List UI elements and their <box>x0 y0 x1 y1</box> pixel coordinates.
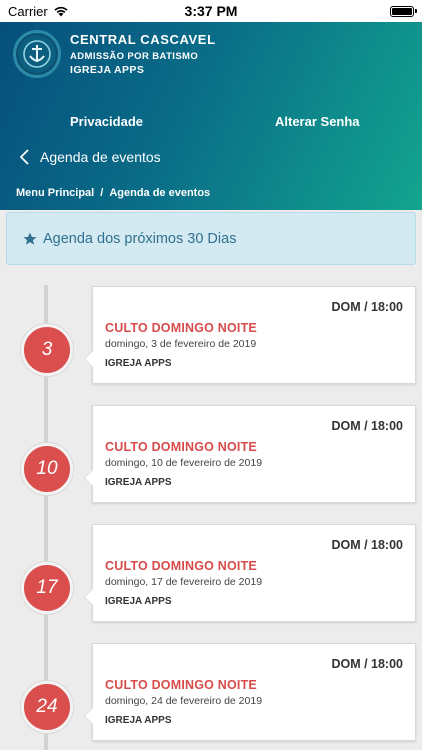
status-left: Carrier <box>8 4 69 19</box>
app-name: IGREJA APPS <box>70 64 145 76</box>
event-place: IGREJA APPS <box>105 596 172 607</box>
org-name: CENTRAL CASCAVEL <box>70 32 216 47</box>
battery-icon <box>390 5 417 17</box>
event-date: domingo, 17 de fevereiro de 2019 <box>105 576 263 588</box>
event-place: IGREJA APPS <box>105 715 172 726</box>
star-icon <box>23 232 37 245</box>
event-title: CULTO DOMINGO NOITE <box>105 678 257 692</box>
event-card[interactable]: DOM / 18:00 CULTO DOMINGO NOITE domingo,… <box>84 286 416 384</box>
chevron-left-icon <box>19 149 29 165</box>
event-item[interactable]: DOM / 18:00 CULTO DOMINGO NOITE domingo,… <box>0 524 422 624</box>
day-badge: 24 <box>21 681 73 733</box>
event-date: domingo, 24 de fevereiro de 2019 <box>105 695 263 707</box>
event-title: CULTO DOMINGO NOITE <box>105 321 257 335</box>
event-title: CULTO DOMINGO NOITE <box>105 440 257 454</box>
event-item[interactable]: DOM / 18:00 CULTO DOMINGO NOITE domingo,… <box>0 405 422 505</box>
event-date: domingo, 10 de fevereiro de 2019 <box>105 457 263 469</box>
carrier-label: Carrier <box>8 3 48 19</box>
breadcrumb-home[interactable]: Menu Principal <box>16 187 94 199</box>
breadcrumb: Menu Principal / Agenda de eventos <box>16 187 210 199</box>
event-time: DOM / 18:00 <box>331 419 403 433</box>
event-time: DOM / 18:00 <box>331 657 403 671</box>
breadcrumb-current: Agenda de eventos <box>109 187 211 199</box>
event-card[interactable]: DOM / 18:00 CULTO DOMINGO NOITE domingo,… <box>84 643 416 741</box>
event-time: DOM / 18:00 <box>331 538 403 552</box>
app-header: CENTRAL CASCAVEL ADMISSÃO POR BATISMO IG… <box>0 22 422 210</box>
alert-text: Agenda dos próximos 30 Dias <box>43 230 237 247</box>
event-card[interactable]: DOM / 18:00 CULTO DOMINGO NOITE domingo,… <box>84 524 416 622</box>
org-subtitle: ADMISSÃO POR BATISMO <box>70 51 199 62</box>
event-place: IGREJA APPS <box>105 358 172 369</box>
privacy-link[interactable]: Privacidade <box>70 114 143 129</box>
event-time: DOM / 18:00 <box>331 300 403 314</box>
change-password-link[interactable]: Alterar Senha <box>275 114 360 129</box>
wifi-icon <box>54 6 68 17</box>
church-logo <box>13 30 61 78</box>
event-title: CULTO DOMINGO NOITE <box>105 559 257 573</box>
back-button[interactable]: Agenda de eventos <box>18 148 161 166</box>
event-place: IGREJA APPS <box>105 477 172 488</box>
anchor-icon <box>23 40 51 68</box>
day-badge: 3 <box>21 324 73 376</box>
status-bar: Carrier 3:37 PM <box>0 0 422 22</box>
event-date: domingo, 3 de fevereiro de 2019 <box>105 338 257 350</box>
back-label: Agenda de eventos <box>40 149 161 165</box>
day-badge: 10 <box>21 443 73 495</box>
event-item[interactable]: DOM / 18:00 CULTO DOMINGO NOITE domingo,… <box>0 643 422 743</box>
breadcrumb-separator: / <box>100 187 104 199</box>
event-item[interactable]: DOM / 18:00 CULTO DOMINGO NOITE domingo,… <box>0 286 422 386</box>
day-badge: 17 <box>21 562 73 614</box>
event-card[interactable]: DOM / 18:00 CULTO DOMINGO NOITE domingo,… <box>84 405 416 503</box>
info-alert: Agenda dos próximos 30 Dias <box>6 212 416 265</box>
